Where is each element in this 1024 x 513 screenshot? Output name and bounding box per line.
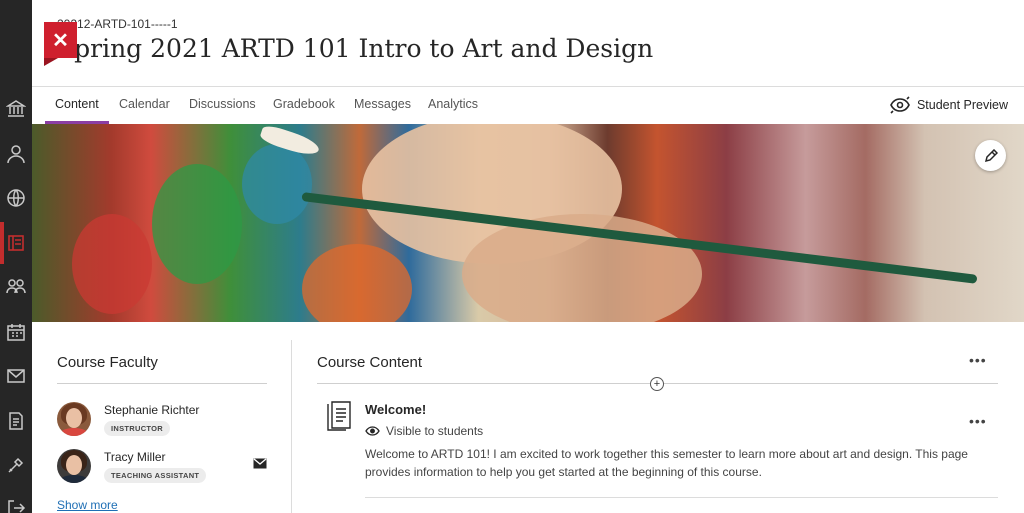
tab-gradebook[interactable]: Gradebook	[273, 97, 335, 111]
role-badge: TEACHING ASSISTANT	[104, 468, 207, 483]
course-tabs: Content Calendar Discussions Gradebook M…	[32, 86, 1024, 125]
faculty-name: Tracy Miller	[104, 450, 166, 464]
item-divider	[365, 497, 998, 498]
course-faculty-title: Course Faculty	[57, 354, 158, 371]
messages-icon[interactable]	[5, 365, 27, 387]
tab-analytics[interactable]: Analytics	[428, 97, 478, 111]
close-course-button[interactable]: ✕	[44, 22, 77, 66]
student-preview-label: Student Preview	[916, 98, 1008, 112]
calendar-icon[interactable]	[5, 321, 27, 343]
content-more-options-button[interactable]: •••	[969, 352, 987, 368]
sign-out-icon[interactable]	[5, 497, 27, 513]
tab-content[interactable]: Content	[55, 97, 99, 111]
student-preview-icon	[890, 96, 910, 114]
globe-icon[interactable]	[5, 187, 27, 209]
tab-messages[interactable]: Messages	[354, 97, 411, 111]
tab-calendar[interactable]: Calendar	[119, 97, 170, 111]
course-title: Spring 2021 ARTD 101 Intro to Art and De…	[57, 34, 654, 63]
tab-discussions[interactable]: Discussions	[189, 97, 256, 111]
add-content-button[interactable]: +	[650, 377, 664, 391]
course-panel: 20212-ARTD-101-----1 Spring 2021 ARTD 10…	[32, 0, 1024, 513]
faculty-divider	[57, 383, 267, 384]
faculty-name: Stephanie Richter	[104, 403, 200, 417]
plus-icon: +	[653, 377, 661, 390]
item-more-options-button[interactable]: •••	[969, 413, 987, 429]
edit-banner-button[interactable]	[975, 140, 1006, 171]
course-banner-image	[32, 124, 1024, 322]
left-nav-rail	[0, 0, 32, 513]
content-item-description: Welcome to ARTD 101! I am excited to wor…	[365, 447, 968, 479]
show-more-link[interactable]: Show more	[57, 498, 118, 512]
content-item-title[interactable]: Welcome!	[365, 402, 426, 417]
person-icon[interactable]	[5, 143, 27, 165]
avatar	[57, 402, 91, 436]
visibility-label: Visible to students	[386, 424, 484, 438]
grades-icon[interactable]	[5, 410, 27, 432]
groups-icon[interactable]	[5, 276, 27, 298]
tools-icon[interactable]	[5, 454, 27, 476]
pencil-icon	[984, 148, 998, 162]
message-icon[interactable]	[253, 458, 267, 469]
visibility-toggle[interactable]: Visible to students	[365, 424, 483, 438]
student-preview-button[interactable]: Student Preview	[889, 96, 1008, 114]
column-divider	[291, 340, 292, 513]
rail-active-indicator	[0, 222, 4, 264]
document-icon	[327, 401, 351, 431]
courses-icon[interactable]	[5, 232, 27, 254]
eye-icon	[365, 426, 380, 436]
close-icon: ✕	[52, 29, 69, 52]
avatar	[57, 449, 91, 483]
course-content-title: Course Content	[317, 354, 423, 371]
institution-icon[interactable]	[5, 98, 27, 120]
role-badge: INSTRUCTOR	[104, 421, 171, 436]
